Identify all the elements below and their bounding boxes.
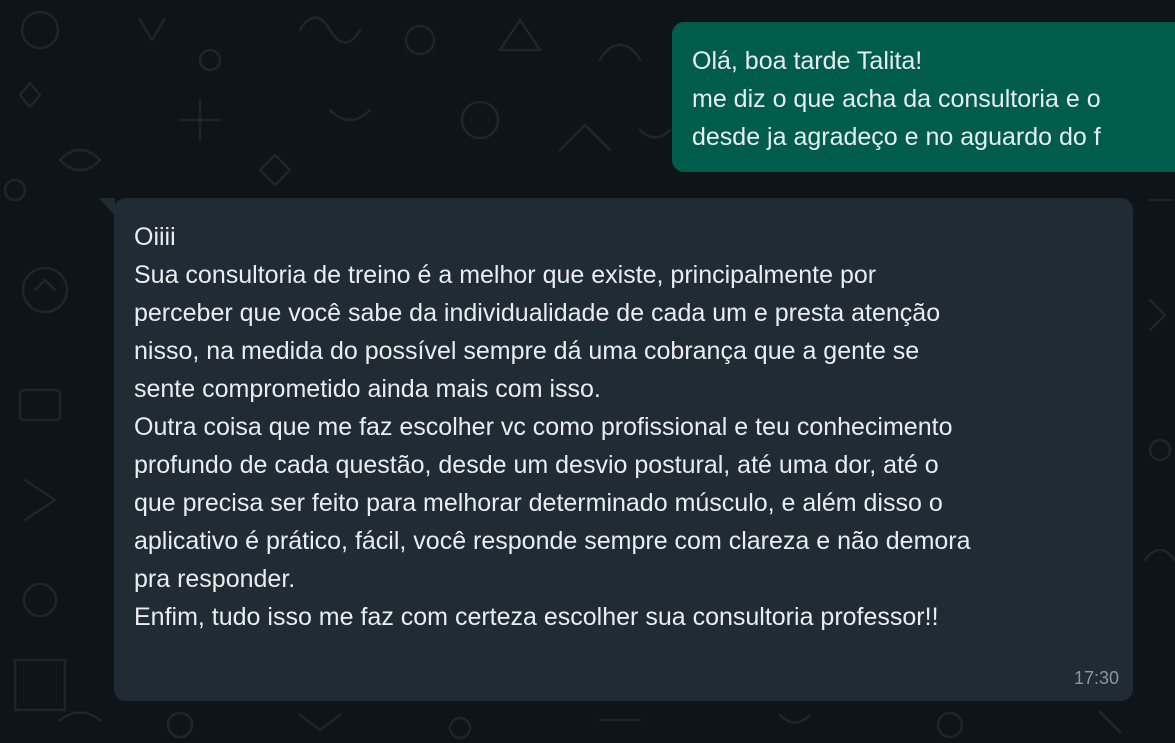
incoming-message-line: Oiiii bbox=[134, 223, 176, 251]
incoming-message-line: que precisa ser feito para melhorar dete… bbox=[134, 489, 943, 517]
outgoing-message-line: Olá, boa tarde Talita! bbox=[692, 47, 923, 75]
incoming-message-line: sente comprometido ainda mais com isso. bbox=[134, 375, 601, 403]
incoming-message-line: profundo de cada questão, desde um desvi… bbox=[134, 451, 939, 479]
incoming-bubble-tail bbox=[99, 198, 115, 216]
incoming-message-line: Outra coisa que me faz escolher vc como … bbox=[134, 413, 953, 441]
incoming-message-line: Sua consultoria de treino é a melhor que… bbox=[134, 261, 877, 289]
incoming-message-line: pra responder. bbox=[134, 565, 296, 593]
incoming-message-bubble[interactable]: Oiiii Sua consultoria de treino é a melh… bbox=[114, 198, 1133, 701]
incoming-message-line: perceber que você sabe da individualidad… bbox=[134, 299, 941, 327]
outgoing-message-line: desde ja agradeço e no aguardo do f bbox=[692, 123, 1101, 151]
incoming-message-line: nisso, na medida do possível sempre dá u… bbox=[134, 337, 920, 365]
incoming-message-line: aplicativo é prático, fácil, você respon… bbox=[134, 527, 971, 555]
message-timestamp: 17:30 bbox=[1073, 668, 1119, 688]
outgoing-message-bubble[interactable]: Olá, boa tarde Talita! me diz o que acha… bbox=[672, 22, 1175, 172]
incoming-message-line: Enfim, tudo isso me faz com certeza esco… bbox=[134, 603, 939, 631]
outgoing-message-line: me diz o que acha da consultoria e o bbox=[692, 85, 1101, 113]
